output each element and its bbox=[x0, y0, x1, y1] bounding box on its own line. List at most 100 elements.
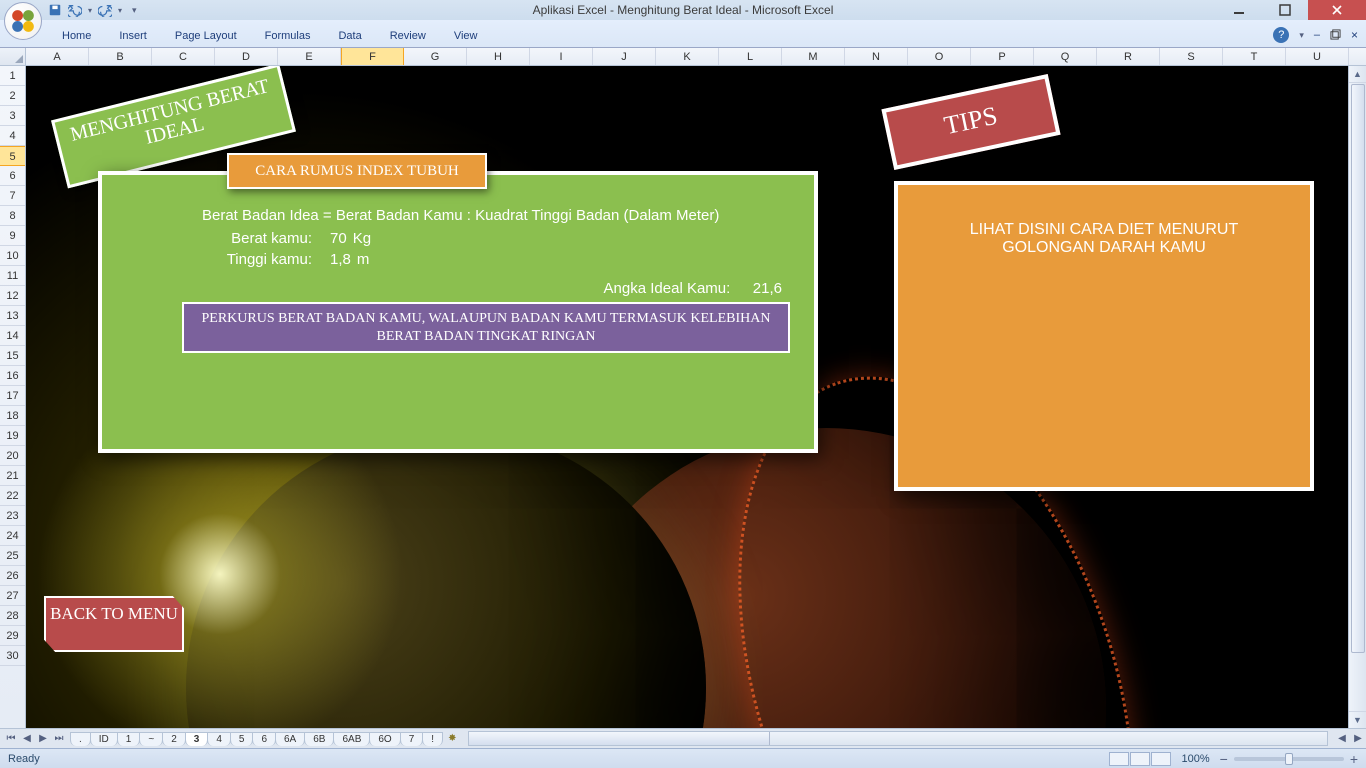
row-header[interactable]: 30 bbox=[0, 646, 25, 666]
scroll-up-icon[interactable]: ▲ bbox=[1349, 66, 1366, 83]
sheet-tab[interactable]: 6B bbox=[304, 732, 334, 746]
sheet-tab[interactable]: ~ bbox=[139, 732, 163, 746]
row-header[interactable]: 18 bbox=[0, 406, 25, 426]
zoom-track[interactable] bbox=[1234, 757, 1344, 761]
save-icon[interactable] bbox=[48, 3, 62, 17]
ribbon-tab-formulas[interactable]: Formulas bbox=[251, 26, 325, 47]
redo-dropdown-icon[interactable]: ▾ bbox=[118, 6, 122, 15]
column-header[interactable]: B bbox=[89, 48, 152, 65]
sheet-tab[interactable]: 5 bbox=[230, 732, 254, 746]
sheet-nav-last-icon[interactable]: ⏭ bbox=[52, 733, 66, 744]
weight-value[interactable]: 70 bbox=[330, 228, 347, 249]
row-header[interactable]: 4 bbox=[0, 126, 25, 146]
height-value[interactable]: 1,8 bbox=[330, 249, 351, 270]
row-header[interactable]: 15 bbox=[0, 346, 25, 366]
sheet-tab[interactable]: 6AB bbox=[333, 732, 370, 746]
row-header[interactable]: 26 bbox=[0, 566, 25, 586]
row-header[interactable]: 2 bbox=[0, 86, 25, 106]
help-dropdown-icon[interactable]: ▾ bbox=[1299, 30, 1304, 41]
undo-icon[interactable] bbox=[68, 3, 82, 17]
row-header[interactable]: 9 bbox=[0, 226, 25, 246]
row-header[interactable]: 22 bbox=[0, 486, 25, 506]
sheet-tab[interactable]: 3 bbox=[185, 732, 209, 746]
row-header[interactable]: 24 bbox=[0, 526, 25, 546]
scroll-thumb[interactable] bbox=[1351, 84, 1365, 653]
row-header[interactable]: 11 bbox=[0, 266, 25, 286]
column-header[interactable]: P bbox=[971, 48, 1034, 65]
ribbon-tab-insert[interactable]: Insert bbox=[105, 26, 161, 47]
column-header[interactable]: M bbox=[782, 48, 845, 65]
row-header[interactable]: 13 bbox=[0, 306, 25, 326]
sheet-tab[interactable]: 6A bbox=[275, 732, 305, 746]
cell-canvas[interactable]: MENGHITUNG BERAT IDEAL CARA RUMUS INDEX … bbox=[26, 66, 1366, 728]
vertical-scrollbar[interactable]: ▲ ▼ bbox=[1348, 66, 1366, 728]
column-header[interactable]: E bbox=[278, 48, 341, 65]
column-header[interactable]: G bbox=[404, 48, 467, 65]
qat-customize-icon[interactable]: ▾ bbox=[132, 5, 137, 16]
hscroll-left-icon[interactable]: ◀ bbox=[1334, 733, 1350, 744]
column-header[interactable]: H bbox=[467, 48, 530, 65]
row-header[interactable]: 19 bbox=[0, 426, 25, 446]
sheet-tab[interactable]: 7 bbox=[400, 732, 424, 746]
mdi-close-icon[interactable]: × bbox=[1351, 28, 1358, 42]
close-button[interactable] bbox=[1308, 0, 1366, 20]
row-header[interactable]: 3 bbox=[0, 106, 25, 126]
tips-card[interactable]: LIHAT DISINI CARA DIET MENURUT GOLONGAN … bbox=[894, 181, 1314, 491]
sheet-tab[interactable]: 4 bbox=[207, 732, 231, 746]
sheet-tab[interactable]: . bbox=[70, 732, 91, 746]
row-header[interactable]: 6 bbox=[0, 166, 25, 186]
column-header[interactable]: S bbox=[1160, 48, 1223, 65]
horizontal-scrollbar[interactable] bbox=[468, 731, 1328, 746]
column-header[interactable]: N bbox=[845, 48, 908, 65]
sheet-tab[interactable]: 2 bbox=[162, 732, 186, 746]
column-header[interactable]: D bbox=[215, 48, 278, 65]
ribbon-tab-page-layout[interactable]: Page Layout bbox=[161, 26, 251, 47]
sheet-tab[interactable]: ID bbox=[90, 732, 118, 746]
scroll-down-icon[interactable]: ▼ bbox=[1349, 711, 1366, 728]
undo-dropdown-icon[interactable]: ▾ bbox=[88, 6, 92, 15]
sheet-tab[interactable]: 6O bbox=[369, 732, 400, 746]
column-header[interactable]: U bbox=[1286, 48, 1349, 65]
page-break-view-button[interactable] bbox=[1151, 752, 1171, 766]
column-header[interactable]: K bbox=[656, 48, 719, 65]
row-header[interactable]: 16 bbox=[0, 366, 25, 386]
row-header[interactable]: 14 bbox=[0, 326, 25, 346]
column-header[interactable]: I bbox=[530, 48, 593, 65]
column-header[interactable]: O bbox=[908, 48, 971, 65]
help-icon[interactable]: ? bbox=[1273, 27, 1289, 43]
sheet-nav-next-icon[interactable]: ▶ bbox=[36, 733, 50, 744]
column-header[interactable]: Q bbox=[1034, 48, 1097, 65]
row-header[interactable]: 12 bbox=[0, 286, 25, 306]
sheet-tab[interactable]: ! bbox=[422, 732, 443, 746]
row-header[interactable]: 10 bbox=[0, 246, 25, 266]
redo-icon[interactable] bbox=[98, 3, 112, 17]
maximize-button[interactable] bbox=[1262, 0, 1308, 20]
zoom-out-icon[interactable]: − bbox=[1220, 751, 1228, 767]
office-button[interactable] bbox=[4, 2, 42, 40]
row-header[interactable]: 7 bbox=[0, 186, 25, 206]
mdi-minimize-icon[interactable]: – bbox=[1314, 29, 1320, 41]
page-layout-view-button[interactable] bbox=[1130, 752, 1150, 766]
ribbon-tab-data[interactable]: Data bbox=[324, 26, 375, 47]
ribbon-tab-home[interactable]: Home bbox=[48, 26, 105, 47]
column-header[interactable]: T bbox=[1223, 48, 1286, 65]
back-to-menu-button[interactable]: BACK TO MENU bbox=[44, 596, 184, 652]
row-header[interactable]: 17 bbox=[0, 386, 25, 406]
hscroll-right-icon[interactable]: ▶ bbox=[1350, 733, 1366, 744]
column-header[interactable]: F bbox=[341, 48, 404, 65]
sheet-tab[interactable]: 6 bbox=[252, 732, 276, 746]
minimize-button[interactable] bbox=[1216, 0, 1262, 20]
column-header[interactable]: R bbox=[1097, 48, 1160, 65]
row-header[interactable]: 25 bbox=[0, 546, 25, 566]
sheet-nav-prev-icon[interactable]: ◀ bbox=[20, 733, 34, 744]
zoom-percent[interactable]: 100% bbox=[1181, 753, 1209, 765]
ribbon-tab-review[interactable]: Review bbox=[376, 26, 440, 47]
column-header[interactable]: J bbox=[593, 48, 656, 65]
mdi-restore-icon[interactable] bbox=[1330, 28, 1341, 43]
select-all-button[interactable] bbox=[0, 48, 26, 65]
row-header[interactable]: 1 bbox=[0, 66, 25, 86]
row-header[interactable]: 23 bbox=[0, 506, 25, 526]
hscroll-thumb[interactable] bbox=[469, 732, 769, 745]
column-header[interactable]: L bbox=[719, 48, 782, 65]
sheet-tab[interactable]: 1 bbox=[117, 732, 141, 746]
